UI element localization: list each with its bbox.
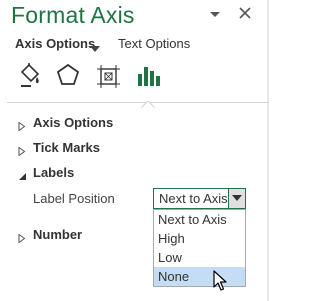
option-low[interactable]: Low xyxy=(154,248,245,267)
expand-triangle-icon xyxy=(18,144,26,157)
size-properties-icon[interactable] xyxy=(95,62,121,90)
collapse-triangle-icon xyxy=(18,169,26,180)
section-label: Labels xyxy=(33,165,75,180)
pane-title: Format Axis xyxy=(11,2,135,28)
options-tabs: Axis Options Text Options xyxy=(0,36,269,56)
mouse-pointer-icon xyxy=(213,270,229,293)
label-position-select[interactable]: Next to Axis xyxy=(153,188,246,209)
task-pane-options-icon[interactable] xyxy=(208,8,222,20)
option-next-to-axis[interactable]: Next to Axis xyxy=(154,210,245,229)
section-label: Axis Options xyxy=(33,115,114,130)
axis-options-icon[interactable] xyxy=(135,62,161,90)
selected-value: Next to Axis xyxy=(159,191,228,206)
tab-axis-options[interactable]: Axis Options xyxy=(15,36,95,51)
label-position-options-list: Next to Axis High Low None xyxy=(153,209,246,287)
expand-triangle-icon xyxy=(18,231,26,244)
section-tick-marks[interactable]: Tick Marks xyxy=(0,140,269,160)
expand-triangle-icon xyxy=(18,119,26,132)
section-axis-options[interactable]: Axis Options xyxy=(0,115,269,135)
selected-category-notch xyxy=(140,96,156,110)
chevron-down-icon[interactable] xyxy=(90,40,100,52)
fill-line-icon[interactable] xyxy=(17,62,43,90)
close-icon[interactable] xyxy=(237,5,253,21)
category-icon-row xyxy=(0,62,269,94)
chevron-down-icon xyxy=(232,195,242,201)
section-divider xyxy=(7,102,269,103)
tab-text-options[interactable]: Text Options xyxy=(118,36,190,51)
option-none[interactable]: None xyxy=(154,267,245,286)
dropdown-button[interactable] xyxy=(228,189,245,208)
effects-icon[interactable] xyxy=(55,62,81,90)
section-label: Tick Marks xyxy=(33,140,100,155)
section-label: Number xyxy=(33,227,83,242)
section-labels[interactable]: Labels xyxy=(0,165,269,185)
format-axis-pane: Format Axis Axis Options Text Options Ax… xyxy=(0,0,269,301)
label-position-label: Label Position xyxy=(33,191,115,206)
option-high[interactable]: High xyxy=(154,229,245,248)
